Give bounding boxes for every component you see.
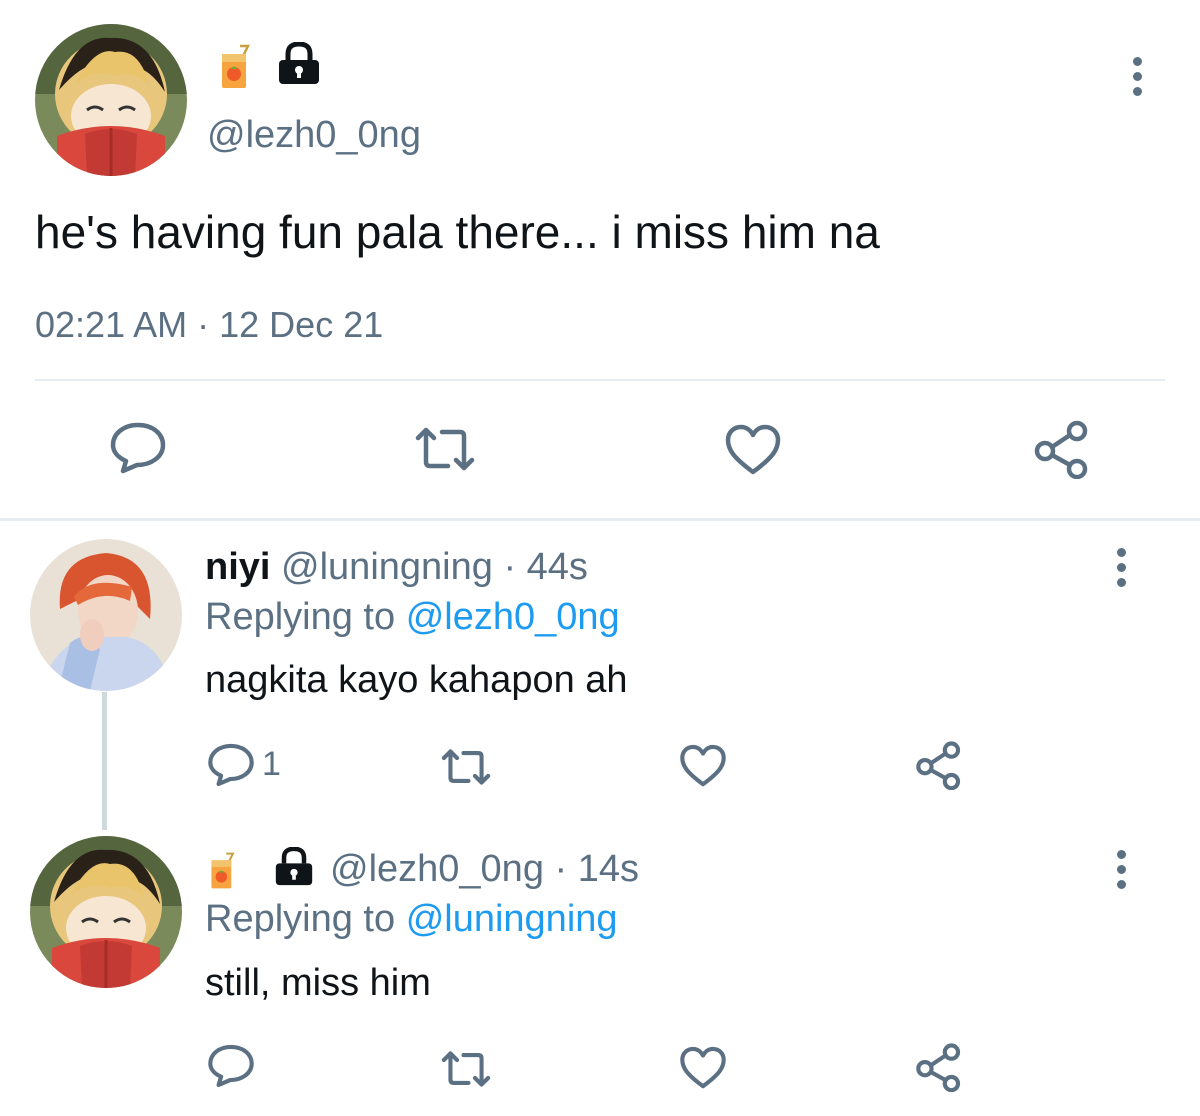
avatar-image — [35, 24, 187, 176]
share-icon[interactable] — [915, 1042, 963, 1092]
share-icon[interactable] — [915, 740, 963, 790]
reply-icon[interactable] — [207, 742, 255, 788]
more-options-icon[interactable] — [1116, 548, 1126, 587]
more-options-icon[interactable] — [1132, 57, 1142, 96]
tweet-date: 12 Dec 21 — [219, 304, 384, 345]
juice-box-icon — [218, 44, 254, 90]
tweet-timestamp: 02:21 AM · 12 Dec 21 — [35, 304, 383, 346]
avatar-image — [30, 539, 182, 691]
like-icon[interactable] — [679, 744, 727, 788]
share-icon[interactable] — [1033, 419, 1091, 479]
reply-icon[interactable] — [109, 421, 167, 475]
replying-to: Replying to @lezh0_0ng — [205, 596, 620, 639]
divider — [35, 379, 1165, 381]
timestamp-separator: · — [197, 304, 210, 345]
like-icon[interactable] — [679, 1046, 727, 1090]
reply-text: nagkita kayo kahapon ah — [205, 659, 628, 701]
tweet-time: 02:21 AM — [35, 304, 188, 345]
user-handle[interactable]: @lezh0_0ng — [330, 848, 544, 890]
lock-icon — [276, 42, 322, 86]
like-icon[interactable] — [724, 424, 782, 476]
reply-count: 1 — [262, 745, 281, 783]
reply-time: · 14s — [554, 848, 640, 890]
display-name[interactable]: niyi — [205, 546, 270, 588]
thread-line — [102, 692, 107, 830]
reply-header: niyi @luningning · 44s — [205, 546, 588, 589]
avatar-image — [30, 836, 182, 988]
reply-time: · 44s — [503, 546, 588, 588]
replying-to: Replying to @luningning — [205, 898, 618, 941]
section-divider — [0, 518, 1200, 521]
replying-to-label: Replying to — [205, 596, 396, 638]
avatar[interactable] — [30, 836, 182, 988]
avatar[interactable] — [35, 24, 187, 176]
replying-to-link[interactable]: @luningning — [406, 898, 618, 940]
retweet-icon[interactable] — [439, 746, 493, 788]
retweet-icon[interactable] — [439, 1048, 493, 1090]
lock-icon — [272, 847, 316, 887]
user-handle[interactable]: @luningning — [281, 546, 493, 588]
retweet-icon[interactable] — [412, 424, 478, 474]
reply-header: @lezh0_0ng · 14s — [330, 848, 639, 891]
more-options-icon[interactable] — [1116, 850, 1126, 889]
user-handle[interactable]: @lezh0_0ng — [207, 114, 421, 157]
reply-icon[interactable] — [207, 1043, 255, 1089]
tweet-text: he's having fun pala there... i miss him… — [35, 206, 880, 258]
replying-to-link[interactable]: @lezh0_0ng — [406, 596, 620, 638]
reply-text: still, miss him — [205, 962, 431, 1004]
avatar[interactable] — [30, 539, 182, 691]
replying-to-label: Replying to — [205, 898, 396, 940]
juice-box-icon — [208, 852, 238, 890]
